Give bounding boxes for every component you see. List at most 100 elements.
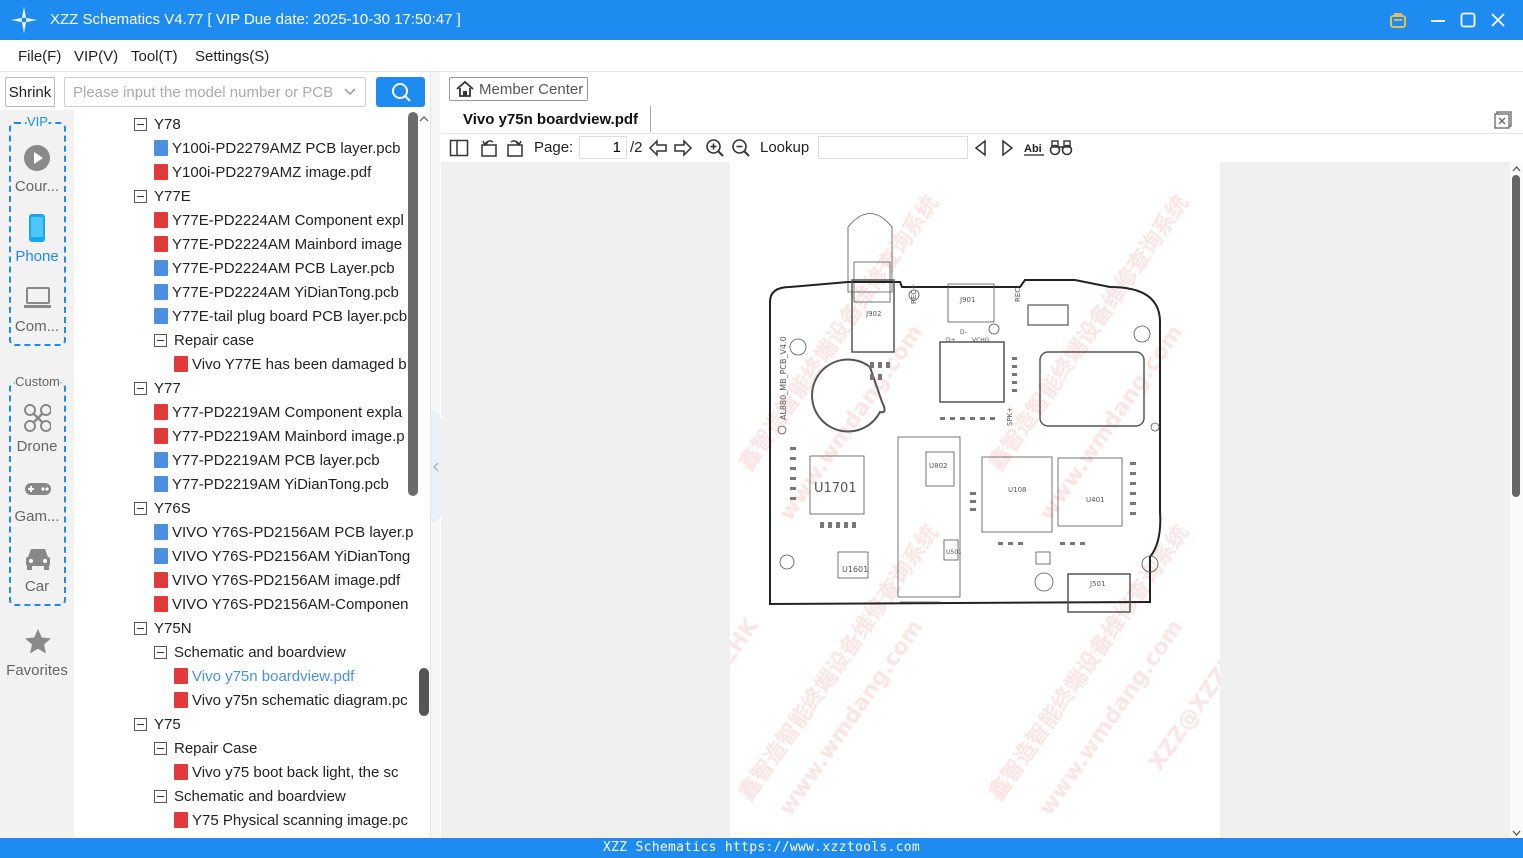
- rotate-right-button[interactable]: [504, 137, 526, 159]
- menu-tool[interactable]: Tool(T): [131, 48, 178, 65]
- tree-file[interactable]: VIVO Y76S-PD2156AM image.pdf: [154, 568, 400, 592]
- pdf-file-icon: [154, 236, 168, 252]
- tree-item-label: Vivo y75n schematic diagram.pc: [192, 691, 408, 709]
- board-id-label: AL880_MB_PCB_V4.0: [779, 336, 788, 420]
- tree-file[interactable]: VIVO Y76S-PD2156AM YiDianTong: [154, 544, 410, 568]
- binoculars-button[interactable]: [1049, 137, 1073, 159]
- tree-scrollbar-thumb[interactable]: [408, 112, 418, 496]
- tree-item-label: Y77E-PD2224AM Component expl: [172, 211, 404, 229]
- tree-item-label: Y100i-PD2279AMZ image.pdf: [172, 163, 372, 181]
- collapse-icon[interactable]: [154, 645, 167, 659]
- collapse-icon[interactable]: [154, 741, 167, 755]
- collapse-icon[interactable]: [134, 117, 147, 131]
- menu-file[interactable]: File(F): [18, 48, 61, 65]
- page-number-input[interactable]: [579, 136, 627, 159]
- find-next-button[interactable]: [996, 137, 1018, 159]
- tree-folder[interactable]: Y75N: [134, 616, 192, 640]
- find-prev-button[interactable]: [970, 137, 992, 159]
- tree-file[interactable]: Y77E-PD2224AM PCB Layer.pcb: [154, 256, 395, 280]
- tree-file[interactable]: Y77-PD2219AM YiDianTong.pcb: [154, 472, 389, 496]
- match-case-button[interactable]: Abi: [1022, 137, 1046, 159]
- tree-folder[interactable]: Y77E: [134, 184, 191, 208]
- lookup-label: Lookup: [760, 139, 810, 156]
- tree-folder[interactable]: Y75: [134, 712, 181, 736]
- next-page-button[interactable]: [672, 137, 694, 159]
- tree-item-label: Y78: [154, 115, 181, 133]
- search-input[interactable]: [73, 78, 333, 106]
- close-button[interactable]: [1486, 8, 1510, 32]
- tree-item-label: Y77: [154, 379, 181, 397]
- scroll-up-arrow-icon[interactable]: [1510, 163, 1523, 175]
- document-tab[interactable]: Vivo y75n boardview.pdf: [451, 106, 651, 132]
- tree-item-label: Y76S: [154, 499, 191, 517]
- chevron-left-icon: [433, 462, 439, 472]
- pcb-file-icon: [154, 260, 168, 276]
- tree-folder[interactable]: Y78: [134, 112, 181, 136]
- scroll-down-arrow-icon[interactable]: [1510, 826, 1523, 838]
- chevron-down-icon[interactable]: [343, 85, 357, 99]
- lookup-input[interactable]: [818, 136, 968, 159]
- collapse-icon[interactable]: [134, 189, 147, 203]
- tree-file[interactable]: Vivo Y77E has been damaged b: [174, 352, 407, 376]
- prev-page-button[interactable]: [647, 137, 669, 159]
- toggle-sidebar-button[interactable]: [448, 137, 470, 159]
- category-label: Gam...: [14, 508, 60, 525]
- pdf-page[interactable]: XZZ@XZZHK XZZ@XZZHK www.wmdang.com www.w…: [654, 162, 1254, 838]
- collapse-icon[interactable]: [134, 621, 147, 635]
- rotate-left-button[interactable]: [478, 137, 500, 159]
- tree-file[interactable]: VIVO Y76S-PD2156AM-Componen: [154, 592, 409, 616]
- tree-file[interactable]: Y77E-PD2224AM Component expl: [154, 208, 404, 232]
- tree-folder[interactable]: Repair case: [154, 328, 254, 352]
- component-label: REC+: [910, 284, 918, 304]
- tree-file[interactable]: Vivo y75n schematic diagram.pc: [174, 688, 408, 712]
- rotate-left-icon: [481, 140, 497, 157]
- tree-folder[interactable]: Y77: [134, 376, 181, 400]
- tree-folder[interactable]: Repair Case: [154, 736, 257, 760]
- panel-splitter[interactable]: [430, 72, 441, 838]
- zoom-out-button[interactable]: [730, 137, 752, 159]
- tree-file[interactable]: VIVO Y76S-PD2156AM PCB layer.p: [154, 520, 414, 544]
- minimize-button[interactable]: [1426, 8, 1450, 32]
- menu-vip[interactable]: VIP(V): [74, 48, 118, 65]
- member-center-button[interactable]: Member Center: [449, 77, 588, 101]
- collapse-icon[interactable]: [134, 381, 147, 395]
- search-button[interactable]: [376, 77, 425, 107]
- viewer-scrollbar-thumb[interactable]: [1512, 175, 1520, 497]
- search-box: [64, 77, 366, 107]
- shrink-button[interactable]: Shrink: [5, 77, 55, 107]
- tree-item-label: Y77-PD2219AM Component expla: [172, 403, 403, 421]
- maximize-button[interactable]: [1456, 8, 1480, 32]
- tree-file[interactable]: Y100i-PD2279AMZ image.pdf: [154, 160, 371, 184]
- tree-file[interactable]: Y100i-PD2279AMZ PCB layer.pcb: [154, 136, 400, 160]
- collapse-icon[interactable]: [154, 789, 167, 803]
- pcb-file-icon: [154, 308, 168, 324]
- pcb-file-icon: [154, 140, 168, 156]
- splitter-handle[interactable]: [431, 412, 441, 522]
- tree-folder[interactable]: Y76S: [134, 496, 191, 520]
- tree-folder[interactable]: Schematic and boardview: [154, 640, 346, 664]
- tree-file[interactable]: Vivo y75n boardview.pdf: [174, 664, 354, 688]
- vip-bag-button[interactable]: [1386, 8, 1410, 32]
- menu-settings[interactable]: Settings(S): [195, 48, 269, 65]
- collapse-icon[interactable]: [154, 333, 167, 347]
- tree-file[interactable]: Y77E-tail plug board PCB layer.pcb: [154, 304, 407, 328]
- tree-file[interactable]: Y77E-PD2224AM Mainbord image: [154, 232, 402, 256]
- tree-item-label: Repair Case: [174, 739, 258, 757]
- tree-hscroll-thumb[interactable]: [419, 668, 429, 716]
- collapse-icon[interactable]: [134, 717, 147, 731]
- tree-item-label: Y75N: [154, 619, 192, 637]
- car-icon: [23, 544, 51, 572]
- close-tabs-button[interactable]: [1493, 110, 1513, 130]
- tree-file[interactable]: Y77E-PD2224AM YiDianTong.pcb: [154, 280, 399, 304]
- tree-file[interactable]: Y77-PD2219AM Mainbord image.p: [154, 424, 405, 448]
- tree-file[interactable]: Y75 Physical scanning image.pc: [174, 808, 408, 832]
- watermark: XZZ@XZZHK: [730, 613, 764, 755]
- tree-file[interactable]: Vivo y75 boot back light, the sc: [174, 760, 399, 784]
- member-center-label: Member Center: [479, 80, 584, 98]
- tree-file[interactable]: Y77-PD2219AM Component expla: [154, 400, 402, 424]
- tree-file[interactable]: Y77-PD2219AM PCB layer.pcb: [154, 448, 380, 472]
- tree-folder[interactable]: Schematic and boardview: [154, 784, 346, 808]
- zoom-in-button[interactable]: [704, 137, 726, 159]
- collapse-icon[interactable]: [134, 501, 147, 515]
- scroll-up-arrow-icon[interactable]: [418, 112, 430, 124]
